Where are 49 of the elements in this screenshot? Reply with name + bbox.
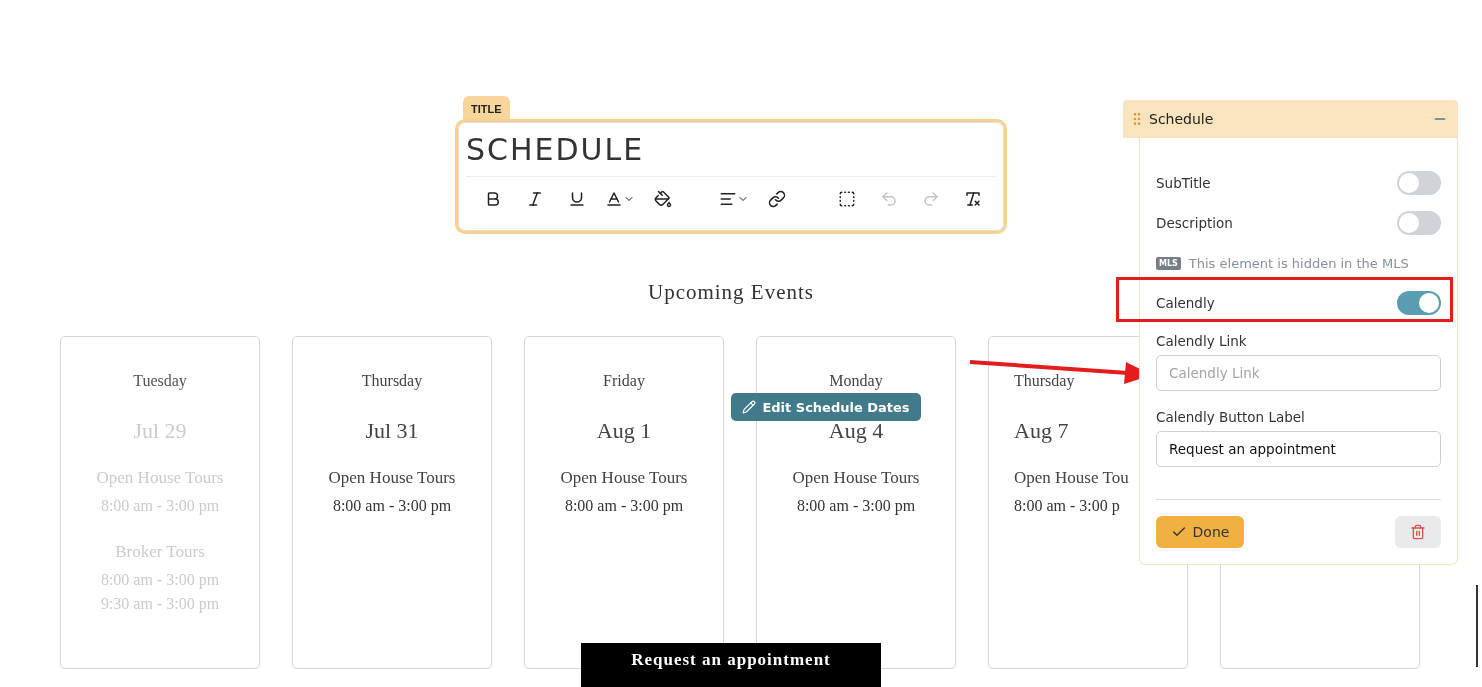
- day-date: Jul 31: [365, 417, 419, 445]
- align-left-icon: [719, 190, 737, 208]
- input-field[interactable]: Request an appointment: [1156, 431, 1441, 467]
- event-name: Open House Tours: [560, 467, 688, 489]
- link-icon: [768, 190, 786, 208]
- text-color-icon: [654, 190, 672, 208]
- mls-note: This element is hidden in the MLS: [1188, 255, 1409, 271]
- edit-schedule-dates-button[interactable]: Edit Schedule Dates: [731, 393, 921, 421]
- underline-icon: [568, 190, 586, 208]
- toggle-label: Description: [1156, 215, 1233, 231]
- clear-format-icon: [964, 190, 982, 208]
- day-name: Friday: [603, 371, 645, 391]
- redo-icon: [922, 190, 940, 208]
- toggle-switch[interactable]: [1397, 211, 1441, 235]
- select-all-icon: [838, 190, 856, 208]
- panel-title: Schedule: [1149, 111, 1215, 127]
- title-text: SCHEDULE: [466, 128, 996, 177]
- delete-button[interactable]: [1395, 516, 1441, 548]
- pencil-icon: [742, 400, 757, 414]
- event-time: 8:00 am - 3:00 pm: [332, 497, 452, 515]
- day-name: Thursday: [1014, 371, 1075, 391]
- toggle-label: SubTitle: [1156, 175, 1211, 191]
- day-name: Thursday: [361, 371, 423, 391]
- event-time: 8:00 am - 3:00 pm: [796, 497, 916, 515]
- text-highlight-icon: [605, 190, 623, 208]
- field-label: Calendly Link: [1156, 332, 1248, 351]
- done-button[interactable]: Done: [1156, 516, 1244, 548]
- day-date: Aug 1: [596, 417, 652, 445]
- title-editor[interactable]: SCHEDULE: [455, 119, 1007, 234]
- event-name: Open House Tours: [792, 467, 920, 489]
- event-name: Open House Tours: [328, 467, 456, 489]
- request-appointment-button[interactable]: Request an appointment: [581, 643, 881, 687]
- day-date: Aug 7: [1014, 417, 1069, 445]
- trash-icon: [1410, 524, 1426, 540]
- italic-icon: [526, 190, 544, 208]
- toggle-switch[interactable]: [1397, 171, 1441, 195]
- mls-badge: MLS: [1156, 256, 1181, 270]
- input-field[interactable]: Calendly Link: [1156, 355, 1441, 391]
- scrollbar[interactable]: [1476, 585, 1478, 667]
- toggle-label: Calendly: [1156, 295, 1215, 311]
- field-label: Calendly Button Label: [1156, 408, 1306, 427]
- day-name: Monday: [829, 371, 883, 391]
- toggle-switch[interactable]: [1397, 291, 1441, 315]
- section-heading: Upcoming Events: [647, 280, 815, 305]
- undo-icon: [880, 190, 898, 208]
- event-time: 8:00 am - 3:00 pm: [564, 497, 684, 515]
- day-name: Tuesday: [133, 371, 187, 391]
- event-time: 8:00 am - 3:00 p: [1014, 497, 1120, 515]
- event-name: Open House Tou: [1014, 467, 1129, 489]
